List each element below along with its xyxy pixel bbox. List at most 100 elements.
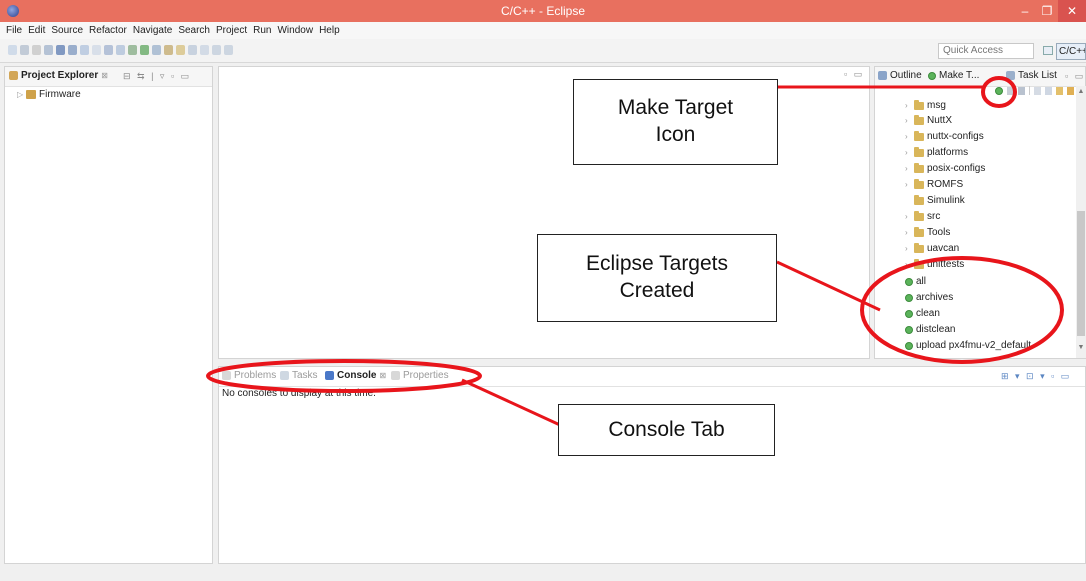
- build-target-icon[interactable]: [1007, 86, 1014, 95]
- folder-icon: [914, 162, 924, 173]
- folder-msg[interactable]: › msg: [905, 99, 946, 111]
- view-controls[interactable]: ⊟ ⇆ | ▿ ▫ ▭: [123, 71, 191, 82]
- debug-icon[interactable]: [128, 45, 137, 55]
- editor-controls[interactable]: ▫ ▭: [844, 69, 864, 80]
- window-title: C/C++ - Eclipse: [500, 4, 586, 18]
- back-icon[interactable]: [212, 45, 221, 55]
- folder-nuttx-configs[interactable]: › nuttx-configs: [905, 130, 984, 142]
- close-icon[interactable]: ⊠: [101, 71, 108, 80]
- open-type-icon[interactable]: [176, 45, 185, 55]
- new-icon[interactable]: [8, 45, 17, 55]
- problems-icon: [222, 371, 231, 380]
- menu-refactor[interactable]: Refactor: [89, 22, 127, 39]
- make-target-toolbar: [995, 86, 1074, 95]
- expand-arrow-icon[interactable]: ›: [905, 244, 911, 253]
- maximize-button[interactable]: ❐: [1036, 0, 1058, 22]
- expand-arrow-icon[interactable]: ›: [905, 260, 911, 269]
- quick-access-field[interactable]: Quick Access: [938, 43, 1034, 59]
- new-class-icon[interactable]: [80, 45, 89, 55]
- settings-icon[interactable]: [44, 45, 53, 55]
- menu-search[interactable]: Search: [178, 22, 210, 39]
- tab-make-target[interactable]: Make T...: [928, 70, 979, 81]
- save-icon[interactable]: [20, 45, 29, 55]
- forward-icon[interactable]: [1056, 86, 1063, 95]
- menu-edit[interactable]: Edit: [28, 22, 45, 39]
- edit-target-icon[interactable]: [1018, 86, 1025, 95]
- perspective-cpp-button[interactable]: C/C++: [1056, 43, 1086, 60]
- tab-problems[interactable]: Problems: [222, 370, 276, 381]
- tab-task-list[interactable]: Task List: [1006, 70, 1057, 81]
- expand-arrow-icon[interactable]: ›: [905, 164, 911, 173]
- close-button[interactable]: ✕: [1058, 0, 1086, 22]
- menu-window[interactable]: Window: [277, 22, 313, 39]
- folder-posix-configs[interactable]: › posix-configs: [905, 162, 985, 174]
- new-file-icon[interactable]: [92, 45, 101, 55]
- make-target-icon[interactable]: [995, 86, 1003, 95]
- folder-simulink[interactable]: Simulink: [905, 194, 965, 206]
- folder-romfs[interactable]: › ROMFS: [905, 178, 963, 190]
- expand-arrow-icon[interactable]: ›: [905, 148, 911, 157]
- build-icon[interactable]: [56, 45, 65, 55]
- close-icon[interactable]: ⊠: [379, 371, 386, 380]
- console-controls[interactable]: ⊞ ▾ ⊡ ▾ ▫ ▭: [1001, 371, 1071, 382]
- print-icon[interactable]: [32, 45, 41, 55]
- scroll-up-icon[interactable]: ▲: [1076, 88, 1086, 95]
- expand-arrow-icon[interactable]: ›: [905, 101, 911, 110]
- target-label: upload px4fmu-v2_default: [916, 340, 1032, 351]
- menu-source[interactable]: Source: [51, 22, 83, 39]
- expand-arrow-icon[interactable]: ›: [905, 132, 911, 141]
- tab-task-list-label: Task List: [1018, 70, 1057, 81]
- tab-project-explorer[interactable]: Project Explorer ⊠: [9, 70, 108, 81]
- folder-unittests[interactable]: › unittests: [905, 258, 964, 270]
- make-target-view-controls[interactable]: ▫ ▭: [1065, 71, 1085, 82]
- folder-icon: [914, 178, 924, 189]
- folder-label: Simulink: [927, 195, 965, 206]
- target-clean[interactable]: clean: [905, 308, 940, 319]
- minimize-button[interactable]: –: [1014, 0, 1036, 22]
- scrollbar-thumb[interactable]: [1077, 211, 1085, 336]
- hide-empty-folders-icon[interactable]: [1034, 86, 1041, 95]
- menu-navigate[interactable]: Navigate: [133, 22, 172, 39]
- tree-item-firmware[interactable]: ▷ Firmware: [17, 89, 81, 100]
- menu-help[interactable]: Help: [319, 22, 340, 39]
- folder-label: nuttx-configs: [927, 131, 984, 142]
- new-header-icon[interactable]: [116, 45, 125, 55]
- expand-arrow-icon[interactable]: ›: [905, 180, 911, 189]
- run-icon[interactable]: [140, 45, 149, 55]
- folder-tools[interactable]: › Tools: [905, 226, 950, 238]
- make-target-header: Outline Make T... Task List ▫ ▭: [875, 67, 1085, 87]
- expand-arrow-icon[interactable]: ▷: [17, 90, 23, 99]
- target-all[interactable]: all: [905, 276, 926, 287]
- expand-arrow-icon[interactable]: ›: [905, 212, 911, 221]
- target-icon: [905, 277, 913, 286]
- new-source-icon[interactable]: [104, 45, 113, 55]
- folder-nuttx[interactable]: › NuttX: [905, 114, 952, 126]
- external-tools-icon[interactable]: [152, 45, 161, 55]
- tab-outline[interactable]: Outline: [878, 70, 922, 81]
- target-archives[interactable]: archives: [905, 292, 953, 303]
- folder-uavcan[interactable]: › uavcan: [905, 242, 959, 254]
- folder-platforms[interactable]: › platforms: [905, 146, 968, 158]
- expand-arrow-icon[interactable]: ›: [905, 228, 911, 237]
- tab-properties[interactable]: Properties: [391, 370, 449, 381]
- expand-arrow-icon[interactable]: ›: [905, 116, 911, 125]
- menu-run[interactable]: Run: [253, 22, 271, 39]
- back-icon[interactable]: [1045, 86, 1052, 95]
- pen-icon[interactable]: [188, 45, 197, 55]
- up-folder-icon[interactable]: [1067, 86, 1074, 95]
- target-distclean[interactable]: distclean: [905, 324, 955, 335]
- target-upload[interactable]: upload px4fmu-v2_default: [905, 340, 1031, 351]
- tab-console[interactable]: Console ⊠: [325, 370, 386, 381]
- menu-file[interactable]: File: [6, 22, 22, 39]
- annotation-icon[interactable]: [200, 45, 209, 55]
- menu-project[interactable]: Project: [216, 22, 247, 39]
- scroll-down-icon[interactable]: ▼: [1076, 344, 1086, 351]
- open-perspective-icon[interactable]: [1043, 46, 1053, 55]
- tab-tasks[interactable]: Tasks: [280, 370, 318, 381]
- search-icon[interactable]: [164, 45, 173, 55]
- make-target-scrollbar[interactable]: ▲ ▼: [1076, 86, 1086, 358]
- tab-project-explorer-label: Project Explorer: [21, 70, 99, 81]
- forward-icon[interactable]: [224, 45, 233, 55]
- hammer-icon[interactable]: [68, 45, 77, 55]
- folder-src[interactable]: › src: [905, 210, 940, 222]
